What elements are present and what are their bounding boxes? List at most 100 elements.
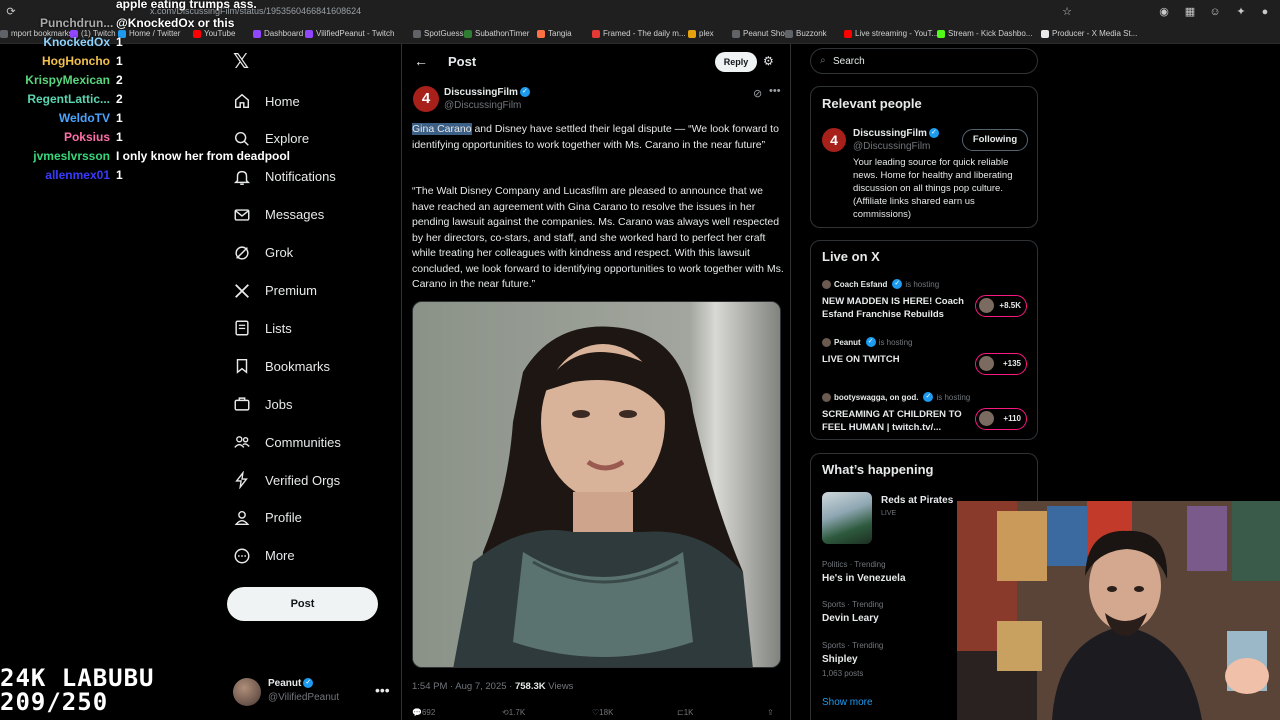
share-icon[interactable]: ⇪ (767, 708, 774, 717)
live-listener-count[interactable]: +8.5K (975, 295, 1027, 317)
nav-item-jobs[interactable]: Jobs (233, 388, 292, 420)
bookmark-icon (233, 357, 251, 375)
author-name[interactable]: DiscussingFilm ✓ (444, 87, 530, 98)
nav-item-messages[interactable]: Messages (233, 199, 324, 231)
search-icon (233, 130, 251, 148)
panel-title: Live on X (822, 249, 880, 264)
extension-badge-icon[interactable]: ▦ (1183, 5, 1197, 19)
trend-name[interactable]: Devin Leary (822, 613, 879, 624)
avatar[interactable]: 4 (822, 128, 846, 152)
page-title: Post (448, 54, 477, 69)
chat-username[interactable]: RegentLattic... (27, 92, 110, 106)
bookmark-item[interactable]: Tangia (537, 29, 572, 38)
nav-item-grok[interactable]: Grok (233, 237, 293, 269)
home-icon (233, 92, 251, 110)
verified-badge-icon: ✓ (519, 87, 530, 98)
live-listener-count[interactable]: +110 (975, 408, 1027, 430)
show-more-link[interactable]: Show more (822, 697, 873, 708)
webcam-feed-illustration (957, 501, 1280, 720)
bookmark-favicon-icon (785, 29, 793, 38)
nav-item-more[interactable]: More (233, 540, 295, 572)
post-image[interactable] (412, 301, 781, 668)
chat-username[interactable]: Poksius (64, 130, 110, 144)
nav-item-notifications[interactable]: Notifications (233, 161, 336, 193)
account-switcher[interactable]: Peanut ✓ @VilifiedPeanut ••• (233, 676, 393, 708)
like-icon[interactable]: ♡ 18K (592, 708, 613, 717)
following-button[interactable]: Following (962, 129, 1028, 151)
nav-item-premium[interactable]: Premium (233, 275, 317, 307)
repost-icon[interactable]: ⟲ 1.7K (502, 708, 525, 717)
more-dots-icon[interactable]: ••• (769, 85, 781, 97)
nav-item-bookmarks[interactable]: Bookmarks (233, 350, 330, 382)
highlighted-name-link[interactable]: Gina Carano (412, 123, 472, 135)
profile-icon[interactable]: ● (1258, 5, 1272, 19)
nav-item-profile[interactable]: Profile (233, 502, 302, 534)
post-text-quote: “The Walt Disney Company and Lucasfilm a… (412, 185, 784, 290)
nav-item-home[interactable]: Home (233, 85, 300, 117)
extension-icon[interactable]: ✦ (1234, 5, 1248, 19)
nav-item-label: Communities (265, 434, 341, 450)
chat-message: apple eating trumps ass. (116, 0, 257, 11)
person-icon (233, 509, 251, 527)
live-title[interactable]: LIVE ON TWITCH (822, 353, 972, 366)
person-name[interactable]: DiscussingFilm ✓ (853, 128, 939, 139)
emoji-extension-icon[interactable]: ☺ (1208, 5, 1222, 19)
star-icon[interactable]: ☆ (1060, 5, 1074, 19)
trend-name[interactable]: Shipley (822, 654, 858, 665)
more-dots-icon[interactable]: ••• (375, 682, 390, 698)
counter-label: 24K LABUBU (0, 664, 155, 692)
bookmark-icon[interactable]: ⊏ 1K (677, 708, 694, 717)
nav-item-explore[interactable]: Explore (233, 123, 309, 155)
bookmark-item[interactable]: SubathonTimer (464, 29, 529, 38)
bookmark-item[interactable]: Framed - The daily m... (592, 29, 686, 38)
back-arrow-icon[interactable]: ← (414, 53, 428, 69)
live-title[interactable]: NEW MADDEN IS HERE! Coach Esfand Franchi… (822, 295, 972, 321)
chat-row: HogHoncho 1 (0, 54, 300, 72)
bookmark-item[interactable]: Stream - Kick Dashbo... (937, 29, 1032, 38)
sliders-icon[interactable]: ⚙ (763, 54, 774, 68)
bookmark-item[interactable]: Producer - X Media St... (1041, 29, 1137, 38)
grok-icon[interactable]: ⊘ (753, 87, 762, 100)
reply-icon[interactable]: 💬 692 (412, 708, 435, 717)
author-handle[interactable]: @DiscussingFilm (444, 100, 521, 111)
bell-icon (233, 168, 251, 186)
live-host[interactable]: bootyswagga, on god. ✓ is hosting (822, 392, 970, 402)
post-button[interactable]: Post (227, 587, 378, 621)
bookmark-item[interactable]: Live streaming - YouT... (844, 29, 938, 38)
person-handle[interactable]: @DiscussingFilm (853, 141, 930, 152)
live-host[interactable]: Peanut ✓ is hosting (822, 337, 912, 347)
search-icon: ⌕ (820, 55, 826, 66)
bookmark-item[interactable]: plex (688, 29, 714, 38)
panel-title: Relevant people (822, 96, 922, 111)
bookmark-item[interactable]: VilifiedPeanut - Twitch (305, 29, 394, 38)
bookmark-item[interactable]: Buzzonk (785, 29, 827, 38)
counter-value: 209/250 (0, 688, 109, 716)
bookmark-item[interactable]: Peanut Shop (732, 29, 789, 38)
bookmark-item[interactable]: SpotGuessr (413, 29, 466, 38)
extension-icon[interactable]: ◉ (1157, 5, 1171, 19)
bookmark-favicon-icon (732, 29, 740, 38)
trend-title[interactable]: Reds at Pirates (881, 495, 953, 506)
chat-username[interactable]: allenmex01 (45, 168, 110, 182)
chat-username[interactable]: WeldoTV (59, 111, 110, 125)
chat-username[interactable]: HogHoncho (42, 54, 110, 68)
trend-name[interactable]: He's in Venezuela (822, 573, 906, 584)
nav-item-communities[interactable]: Communities (233, 426, 341, 458)
x-logo-icon[interactable]: 𝕏 (233, 51, 255, 73)
reply-button[interactable]: Reply (715, 52, 757, 72)
author-avatar[interactable]: 4 (413, 86, 439, 112)
live-listener-count[interactable]: +135 (975, 353, 1027, 375)
nav-item-label: Home (265, 93, 300, 109)
live-title[interactable]: SCREAMING AT CHILDREN TO FEEL HUMAN | tw… (822, 408, 972, 434)
chat-username[interactable]: KnockedOx (43, 35, 110, 49)
trend-thumbnail[interactable] (822, 492, 872, 544)
chat-username[interactable]: jvmeslvrsson (33, 149, 110, 163)
nav-item-label: Lists (265, 320, 292, 336)
chat-username[interactable]: KrispyMexican (25, 73, 110, 87)
nav-item-verified-orgs[interactable]: Verified Orgs (233, 464, 340, 496)
search-box[interactable]: ⌕ (810, 48, 1038, 74)
post-text-paragraph: Gina Carano and Disney have settled thei… (412, 123, 779, 151)
search-input[interactable] (833, 54, 1023, 69)
live-host[interactable]: Coach Esfand ✓ is hosting (822, 279, 939, 289)
nav-item-lists[interactable]: Lists (233, 312, 292, 344)
